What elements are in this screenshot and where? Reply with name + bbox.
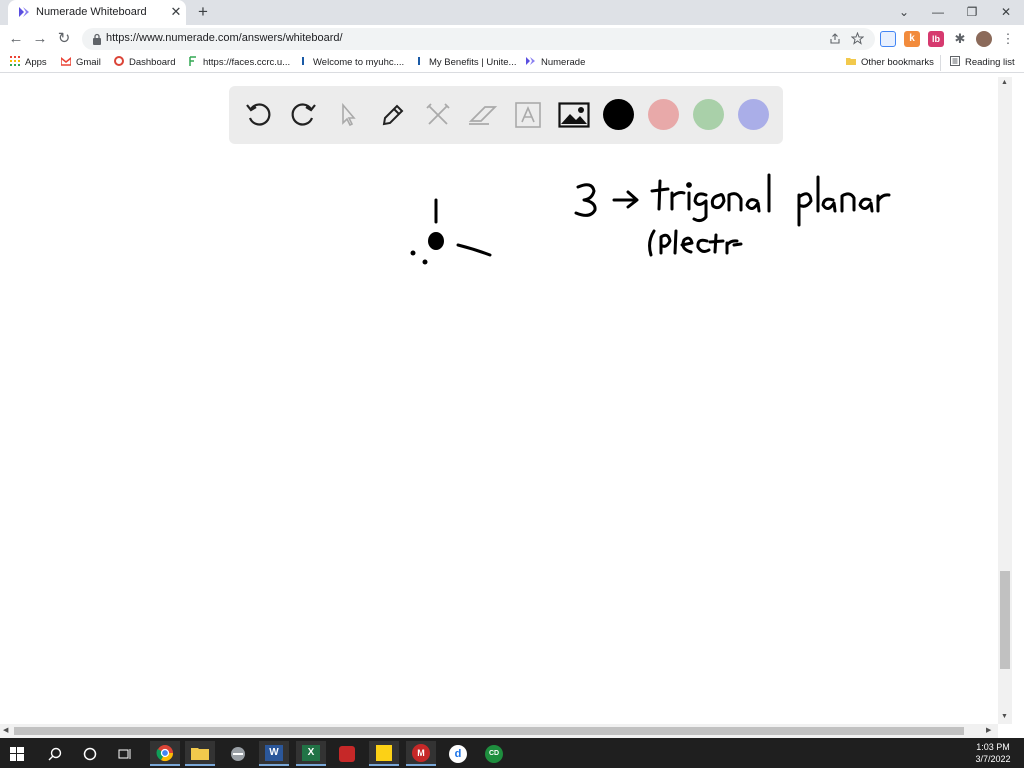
bookmark-dashboard[interactable]: Dashboard bbox=[114, 56, 175, 70]
taskbar-file-explorer[interactable] bbox=[185, 741, 215, 766]
scroll-down-icon[interactable]: ▼ bbox=[1001, 713, 1008, 720]
taskbar-app-m[interactable]: M bbox=[406, 741, 436, 766]
horizontal-scrollbar[interactable]: ◀ ▶ bbox=[0, 724, 998, 738]
scroll-right-icon[interactable]: ▶ bbox=[986, 726, 991, 734]
folder-icon bbox=[191, 747, 209, 760]
bookmark-gmail[interactable]: Gmail bbox=[61, 56, 101, 70]
taskbar-app[interactable] bbox=[223, 741, 253, 766]
back-icon[interactable]: ← bbox=[6, 29, 26, 49]
handwritten-note bbox=[574, 173, 891, 257]
dashboard-icon bbox=[114, 56, 124, 66]
folder-icon bbox=[846, 58, 856, 65]
taskbar-excel[interactable]: X bbox=[296, 741, 326, 766]
lock-icon bbox=[93, 33, 101, 45]
task-view-button[interactable] bbox=[110, 741, 140, 766]
url-text[interactable]: https://www.numerade.com/answers/whitebo… bbox=[106, 32, 343, 44]
snip-tool-icon bbox=[231, 746, 245, 761]
bookmark-faces[interactable]: https://faces.ccrc.u... bbox=[188, 56, 290, 70]
scroll-up-icon[interactable]: ▲ bbox=[1001, 79, 1008, 86]
taskbar-sticky-notes[interactable] bbox=[369, 741, 399, 766]
forward-icon[interactable]: → bbox=[30, 29, 50, 49]
word-icon: W bbox=[265, 744, 283, 761]
cd-app-icon: CD bbox=[485, 744, 503, 763]
gmail-icon bbox=[61, 57, 71, 66]
taskbar-word[interactable]: W bbox=[259, 741, 289, 766]
vertical-scroll-thumb[interactable] bbox=[1000, 571, 1010, 669]
new-tab-button[interactable]: + bbox=[194, 3, 212, 21]
start-button[interactable] bbox=[2, 741, 32, 766]
molecule-sketch bbox=[410, 198, 492, 265]
cortana-button[interactable] bbox=[75, 741, 105, 766]
tab-search-icon[interactable]: ⌄ bbox=[892, 2, 916, 22]
tab-title: Numerade Whiteboard bbox=[36, 6, 147, 18]
address-bar[interactable]: https://www.numerade.com/answers/whitebo… bbox=[82, 28, 875, 50]
browser-toolbar: ← → ↻ https://www.numerade.com/answers/w… bbox=[0, 25, 1024, 53]
d-app-icon: d bbox=[449, 744, 467, 763]
profile-avatar[interactable] bbox=[976, 31, 992, 47]
other-bookmarks[interactable]: Other bookmarks bbox=[846, 56, 934, 70]
reading-list-icon bbox=[950, 56, 960, 66]
faces-icon bbox=[189, 56, 196, 66]
tab-strip: Numerade Whiteboard ✕ + ⌄ — ❐ ✕ bbox=[0, 0, 1024, 25]
search-button[interactable] bbox=[40, 741, 70, 766]
scroll-left-icon[interactable]: ◀ bbox=[3, 726, 8, 734]
chrome-icon bbox=[156, 744, 174, 761]
windows-taskbar: W X M d CD 1:03 PM 3/7/2022 bbox=[0, 738, 1024, 768]
uhc-icon bbox=[302, 57, 304, 65]
cortana-circle-icon bbox=[83, 747, 97, 760]
apps-grid-icon bbox=[10, 56, 20, 66]
bookmarks-divider bbox=[940, 55, 941, 71]
docs-extension-icon[interactable] bbox=[880, 31, 896, 47]
system-clock[interactable]: 1:03 PM 3/7/2022 bbox=[968, 741, 1018, 765]
vertical-scrollbar[interactable]: ▲ ▼ bbox=[998, 77, 1012, 724]
drawing-canvas[interactable] bbox=[0, 77, 998, 724]
excel-icon: X bbox=[302, 744, 320, 761]
taskbar-app-cd[interactable]: CD bbox=[479, 741, 509, 766]
reload-icon[interactable]: ↻ bbox=[54, 29, 74, 49]
k-extension-icon[interactable]: k bbox=[904, 31, 920, 47]
m-app-icon: M bbox=[412, 743, 430, 762]
horizontal-scroll-thumb[interactable] bbox=[14, 727, 964, 735]
lb-extension-icon[interactable]: lb bbox=[928, 31, 944, 47]
browser-tab[interactable]: Numerade Whiteboard ✕ bbox=[8, 0, 186, 25]
menu-kebab-icon[interactable]: ⋮ bbox=[1000, 31, 1016, 47]
numerade-icon bbox=[526, 57, 535, 65]
windows-logo-icon bbox=[10, 746, 24, 761]
bookmark-apps[interactable]: Apps bbox=[10, 56, 47, 70]
bookmark-myuhc[interactable]: Welcome to myuhc.... bbox=[298, 56, 404, 70]
taskbar-chrome[interactable] bbox=[150, 741, 180, 766]
sticky-notes-icon bbox=[376, 744, 392, 761]
benefits-icon bbox=[418, 57, 420, 65]
bookmark-star-icon[interactable] bbox=[851, 32, 864, 45]
taskbar-app-d[interactable]: d bbox=[443, 741, 473, 766]
share-icon[interactable] bbox=[829, 33, 841, 45]
reading-list[interactable]: Reading list bbox=[950, 56, 1015, 70]
numerade-favicon-icon bbox=[19, 7, 29, 17]
red-app-icon bbox=[339, 745, 355, 762]
taskbar-app-red[interactable] bbox=[332, 741, 362, 766]
bookmark-numerade[interactable]: Numerade bbox=[526, 56, 585, 70]
whiteboard-page bbox=[0, 77, 998, 724]
restore-button[interactable]: ❐ bbox=[960, 2, 984, 22]
bookmarks-bar: Apps Gmail Dashboard https://faces.ccrc.… bbox=[0, 53, 1024, 73]
task-view-icon bbox=[118, 748, 131, 759]
clock-date: 3/7/2022 bbox=[975, 754, 1011, 764]
extensions-puzzle-icon[interactable]: ✱ bbox=[952, 31, 968, 47]
close-window-button[interactable]: ✕ bbox=[994, 2, 1018, 22]
bookmark-my-benefits[interactable]: My Benefits | Unite... bbox=[414, 56, 516, 70]
minimize-button[interactable]: — bbox=[926, 2, 950, 22]
clock-time: 1:03 PM bbox=[976, 742, 1010, 752]
search-icon bbox=[48, 747, 62, 760]
tab-close-icon[interactable]: ✕ bbox=[169, 5, 183, 19]
